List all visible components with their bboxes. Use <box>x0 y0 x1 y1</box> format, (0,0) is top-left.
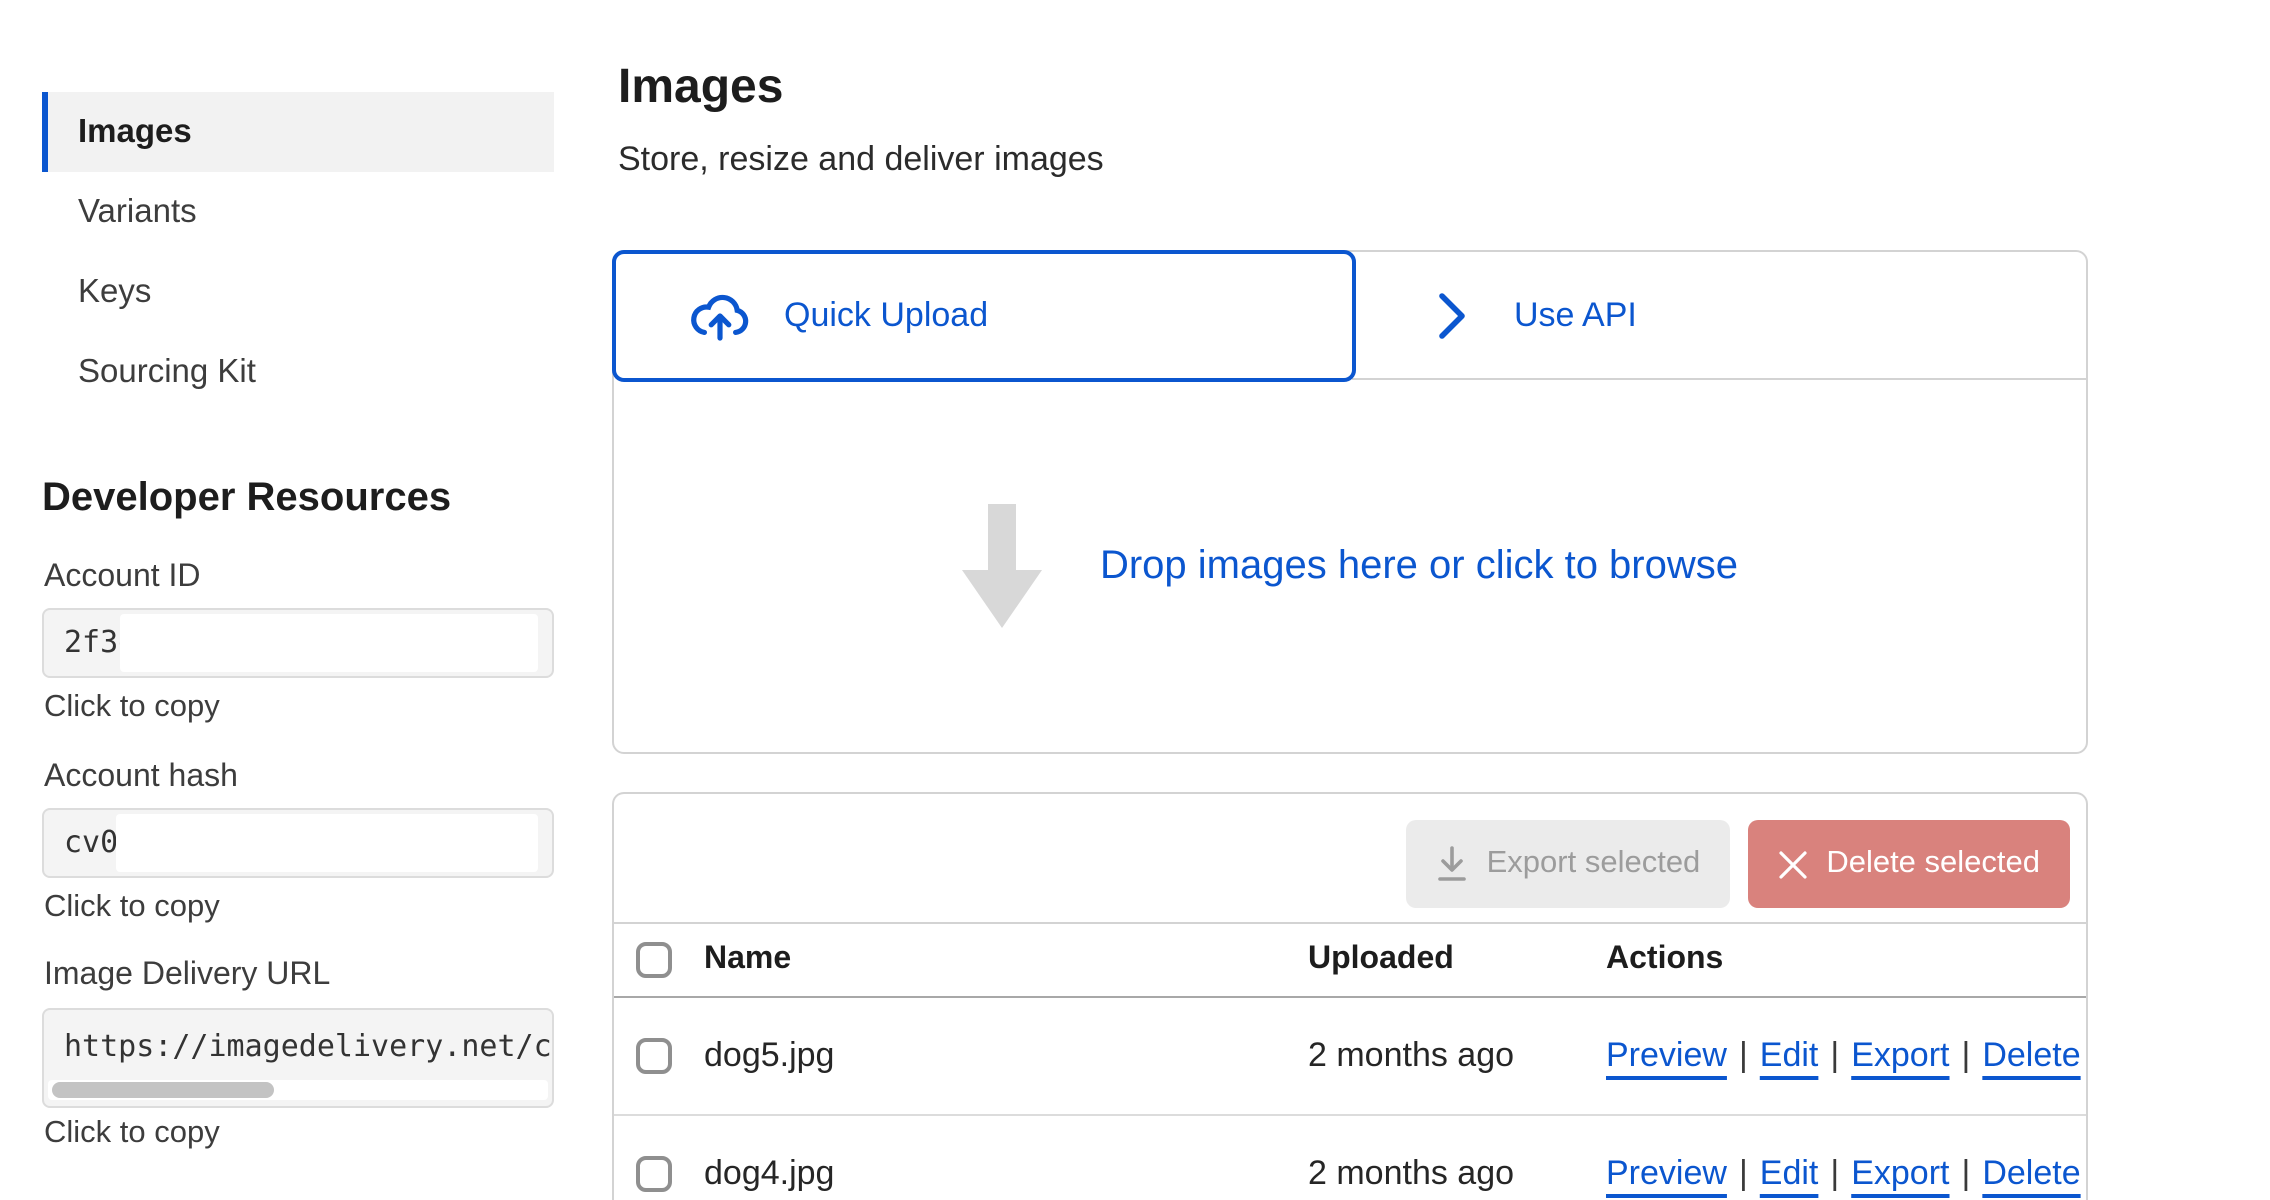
sidebar: Images Variants Keys Sourcing Kit <box>42 92 554 412</box>
image-dropzone[interactable]: Drop images here or click to browse <box>614 380 2086 752</box>
cloud-upload-icon <box>688 290 752 342</box>
action-separator: | <box>1739 1036 1748 1074</box>
delete-selected-button[interactable]: Delete selected <box>1748 820 2070 908</box>
developer-resources-title: Developer Resources <box>42 476 451 522</box>
image-delivery-url-label: Image Delivery URL <box>44 958 330 994</box>
account-id-copy-hint: Click to copy <box>44 690 220 726</box>
action-separator: | <box>1962 1036 1971 1074</box>
download-icon <box>1437 846 1469 882</box>
export-selected-button[interactable]: Export selected <box>1407 820 1731 908</box>
sidebar-item-images[interactable]: Images <box>42 92 554 172</box>
dropzone-text: Drop images here or click to browse <box>1100 543 1738 589</box>
image-delivery-url-copy-hint: Click to copy <box>44 1116 220 1152</box>
images-table-card: Export selected Delete selected Name Upl… <box>612 792 2088 1200</box>
tab-use-api[interactable]: Use API <box>1356 252 2086 378</box>
row-actions: Preview | Edit | Export | Delete <box>1606 1154 2081 1194</box>
uploaded-time: 2 months ago <box>1308 1154 1514 1194</box>
delete-link[interactable]: Delete <box>1982 1036 2080 1074</box>
tab-use-api-label: Use API <box>1514 295 1637 335</box>
table-row: dog4.jpg 2 months ago Preview | Edit | Expor… <box>614 1116 2086 1200</box>
export-selected-label: Export selected <box>1487 846 1701 882</box>
upload-panel: Quick Upload Use API Drop images here or… <box>612 250 2088 754</box>
delete-selected-label: Delete selected <box>1826 846 2040 882</box>
arrow-down-icon <box>962 504 1042 628</box>
table-toolbar: Export selected Delete selected <box>614 794 2086 924</box>
redaction-mask <box>116 814 538 872</box>
table-header-row: Name Uploaded Actions <box>614 924 2086 998</box>
row-checkbox[interactable] <box>636 1156 672 1192</box>
sidebar-item-variants[interactable]: Variants <box>42 172 554 252</box>
edit-link[interactable]: Edit <box>1760 1036 1819 1074</box>
export-link[interactable]: Export <box>1851 1036 1949 1074</box>
image-delivery-url-value: https://imagedelivery.net/cv0JSjn8 <box>44 1010 552 1064</box>
tab-quick-upload[interactable]: Quick Upload <box>612 250 1356 382</box>
preview-link[interactable]: Preview <box>1606 1036 1727 1074</box>
page-title: Images <box>618 60 783 116</box>
column-header-name: Name <box>704 942 791 978</box>
action-separator: | <box>1962 1154 1971 1192</box>
sidebar-item-sourcing-kit[interactable]: Sourcing Kit <box>42 332 554 412</box>
account-hash-copy-box[interactable]: cv0J <box>42 808 554 878</box>
chevron-right-icon <box>1438 291 1466 339</box>
account-hash-label: Account hash <box>44 760 238 796</box>
redaction-mask <box>120 614 538 672</box>
account-id-copy-box[interactable]: 2f3d <box>42 608 554 678</box>
row-checkbox[interactable] <box>636 1038 672 1074</box>
image-delivery-url-copy-box[interactable]: https://imagedelivery.net/cv0JSjn8 <box>42 1008 554 1108</box>
account-id-label: Account ID <box>44 560 201 596</box>
tab-quick-upload-label: Quick Upload <box>784 296 988 336</box>
x-icon <box>1778 849 1808 879</box>
row-actions: Preview | Edit | Export | Delete <box>1606 1036 2081 1076</box>
image-name: dog4.jpg <box>704 1154 834 1194</box>
preview-link[interactable]: Preview <box>1606 1154 1727 1192</box>
uploaded-time: 2 months ago <box>1308 1036 1514 1076</box>
column-header-uploaded: Uploaded <box>1308 942 1454 978</box>
sidebar-item-keys[interactable]: Keys <box>42 252 554 332</box>
action-separator: | <box>1830 1154 1839 1192</box>
table-row: dog5.jpg 2 months ago Preview | Edit | Expor… <box>614 998 2086 1116</box>
action-separator: | <box>1830 1036 1839 1074</box>
url-scrollbar-thumb[interactable] <box>52 1082 274 1098</box>
column-header-actions: Actions <box>1606 942 1723 978</box>
select-all-checkbox[interactable] <box>636 942 672 978</box>
export-link[interactable]: Export <box>1851 1154 1949 1192</box>
action-separator: | <box>1739 1154 1748 1192</box>
images-dashboard-page: Images Variants Keys Sourcing Kit Develo… <box>0 0 2270 1200</box>
delete-link[interactable]: Delete <box>1982 1154 2080 1192</box>
edit-link[interactable]: Edit <box>1760 1154 1819 1192</box>
url-scrollbar-track <box>48 1080 548 1100</box>
page-subtitle: Store, resize and deliver images <box>618 140 1104 180</box>
image-name: dog5.jpg <box>704 1036 834 1076</box>
account-hash-copy-hint: Click to copy <box>44 890 220 926</box>
